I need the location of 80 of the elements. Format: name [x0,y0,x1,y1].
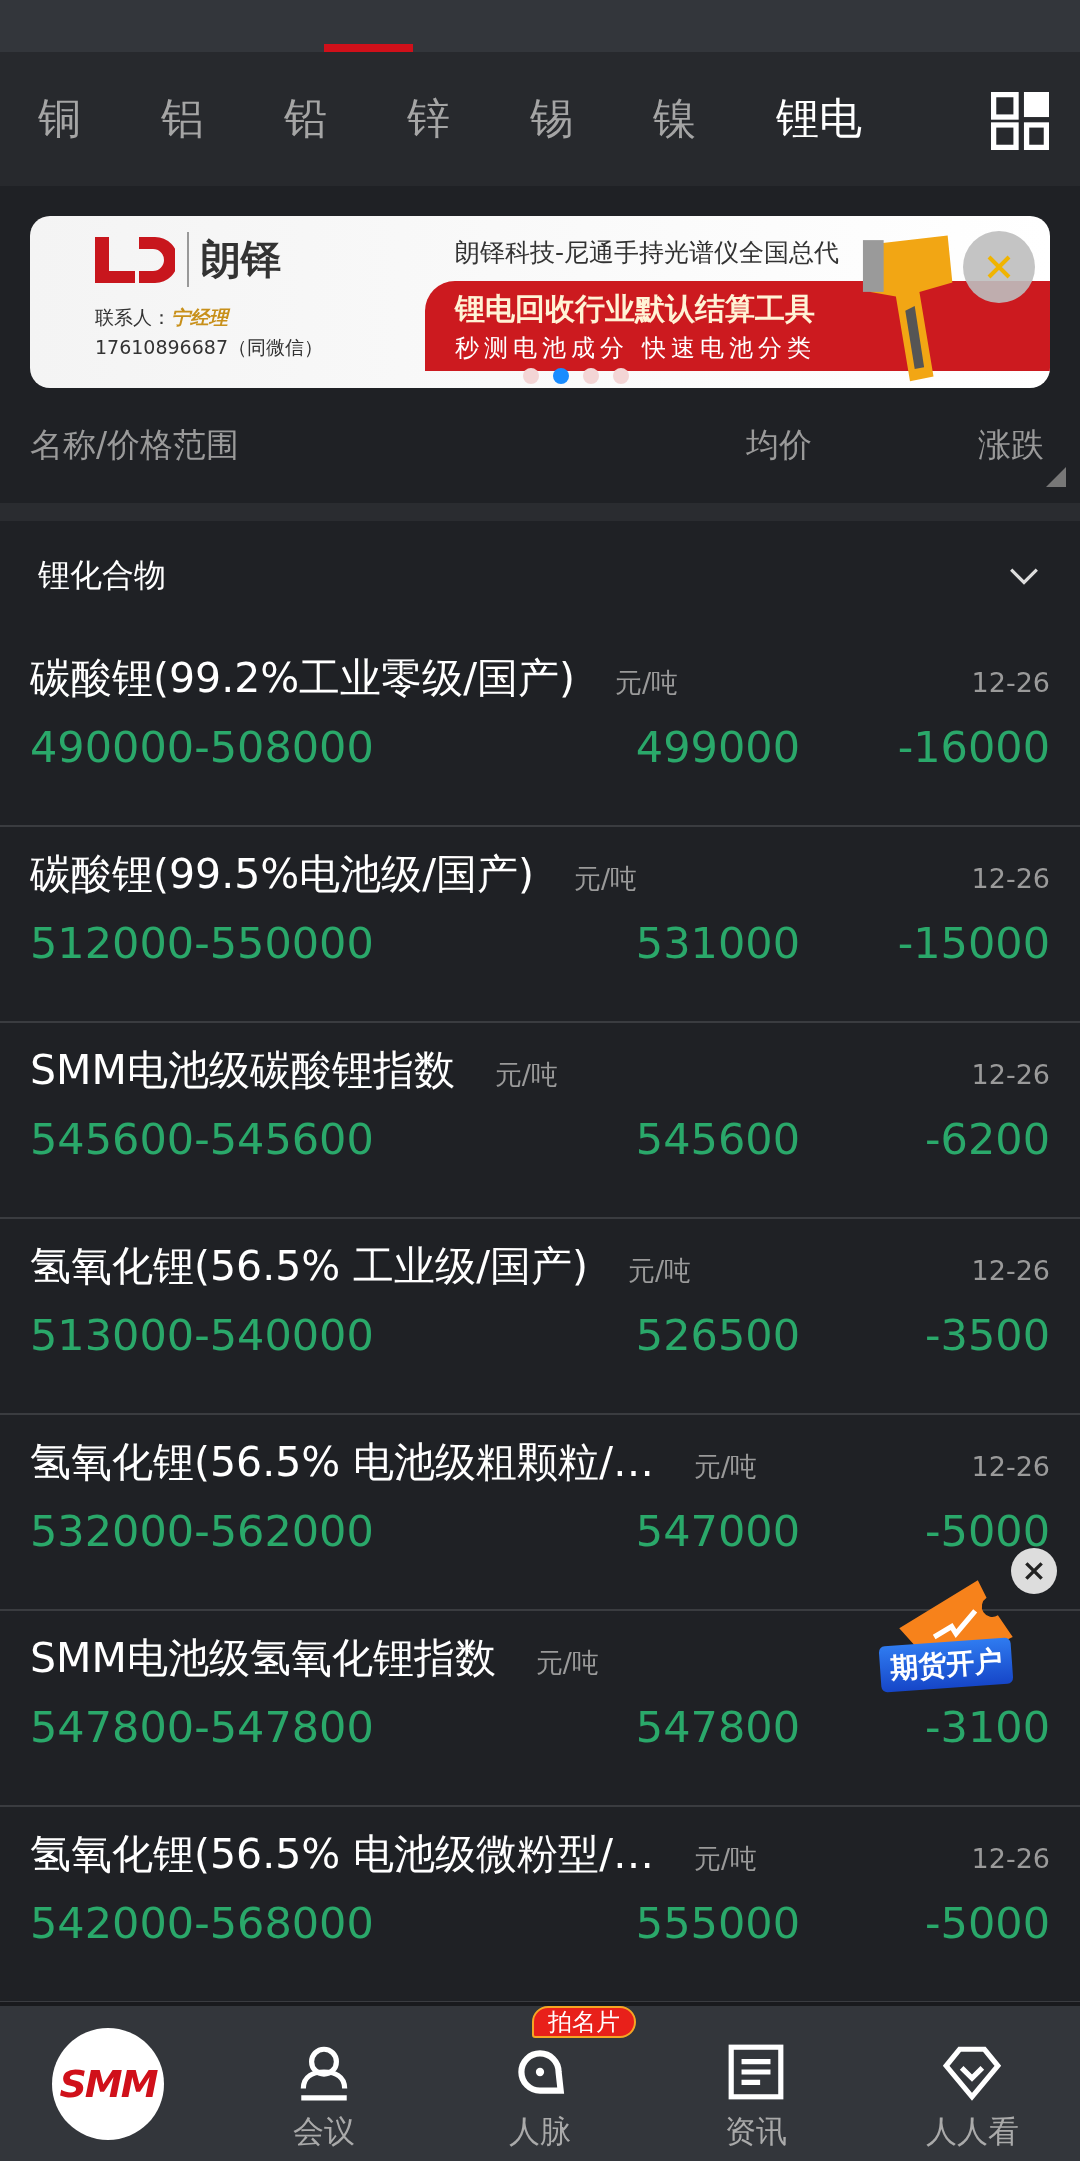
home-logo-button[interactable]: SMM [52,2027,164,2140]
ad-subline: 秒测电池成分 快速电池分类 [455,333,817,364]
category-tab[interactable]: 铝 [161,90,284,148]
category-tab[interactable]: 锡 [530,90,653,148]
price-change: -5000 [924,1506,1050,1556]
unit-label: 元/吨 [628,1254,692,1288]
sort-corner-icon [1046,467,1066,487]
price-row[interactable]: SMM电池级碳酸锂指数 元/吨 12-26 545600-545600 545600 -6200 [0,1023,1080,1219]
section-header[interactable]: 锂化合物 [0,521,1080,631]
futures-ad-label: 期货开户 [878,1637,1014,1693]
date-label: 12-26 [971,1255,1050,1286]
column-header: 名称/价格范围 [30,424,241,466]
price-change: -3100 [924,1702,1050,1752]
ad-tagline: 朗铎科技-尼通手持光谱仪全国总代 [454,237,840,269]
product-name: 碳酸锂(99.5%电池级/国产) [30,849,535,900]
price-range: 532000-562000 [30,1506,375,1556]
nav-tab[interactable]: 会议 [293,2041,355,2153]
price-change: -15000 [896,918,1050,968]
price-range: 490000-508000 [30,722,375,772]
price-change: -6200 [924,1114,1050,1164]
product-name: 氢氧化锂(56.5% 电池级微粉型/… [30,1829,655,1880]
product-name: SMM电池级碳酸锂指数 [30,1045,455,1096]
price-range: 513000-540000 [30,1310,375,1360]
contact-name: 宁经理 [171,306,228,328]
carousel-dot[interactable] [613,368,629,384]
category-tab[interactable]: 锌 [407,90,530,148]
price-row[interactable]: 碳酸锂(99.2%工业零级/国产) 元/吨 12-26 490000-508000 499000 -16000 [0,631,1080,827]
unit-label: 元/吨 [494,1058,558,1092]
column-header[interactable]: 涨跌 [978,423,1058,468]
contact-phone: 17610896687（同微信） [95,335,324,360]
average-price: 555000 [634,1898,800,1948]
contact-label: 联系人： [95,306,171,328]
category-tab[interactable]: 锂电 [776,90,926,148]
date-label: 12-26 [971,1059,1050,1090]
date-label: 12-26 [971,1451,1050,1482]
price-change: -3500 [924,1310,1050,1360]
product-name: 氢氧化锂(56.5% 工业级/国产) [30,1241,589,1292]
category-tab[interactable]: 镍 [653,90,776,148]
unit-label: 元/吨 [694,1450,758,1484]
product-name: 碳酸锂(99.2%工业零级/国产) [30,653,576,704]
unit-label: 元/吨 [694,1842,758,1876]
price-row[interactable]: 氢氧化锂(56.5% 工业级/国产) 元/吨 12-26 513000-540000 526500 -3500 [0,1219,1080,1415]
carousel-dot[interactable] [583,368,599,384]
price-range: 547800-547800 [30,1702,375,1752]
grid-icon[interactable] [990,92,1050,150]
product-name: 氢氧化锂(56.5% 电池级粗颗粒/… [30,1437,655,1488]
price-range: 545600-545600 [30,1114,375,1164]
date-label: 12-26 [971,863,1050,894]
nav-tab[interactable]: 人人看 [925,2041,1019,2153]
close-button[interactable] [1011,1548,1057,1594]
price-change: -5000 [924,1898,1050,1948]
price-range: 512000-550000 [30,918,375,968]
price-row[interactable]: 碳酸锂(99.5%电池级/国产) 元/吨 12-26 512000-550000 531000 -15000 [0,827,1080,1023]
unit-label: 元/吨 [615,666,679,700]
brand-name: 朗铎 [187,232,281,287]
ad-banner[interactable]: 朗铎 联系人：宁经理 17610896687（同微信） 朗铎科技-尼通手持光谱仪全国总代 锂电回收行业默认结算工具 秒测电池成分 快速电池分类 [30,216,1050,388]
average-price: 547000 [634,1506,800,1556]
carousel-dot[interactable] [553,368,569,384]
category-tab[interactable]: 铅 [284,90,407,148]
average-price: 499000 [634,722,800,772]
price-range: 542000-568000 [30,1898,375,1948]
average-price: 547800 [634,1702,800,1752]
carousel-dot[interactable] [523,368,539,384]
section-title: 锂化合物 [38,555,166,596]
average-price: 545600 [634,1114,800,1164]
product-name: SMM电池级氢氧化锂指数 [30,1633,496,1684]
date-label: 12-26 [971,667,1050,698]
category-tab[interactable]: 铜 [38,90,161,148]
brand-logo-icon [95,236,175,283]
unit-label: 元/吨 [574,862,638,896]
date-label: 12-26 [971,1843,1050,1874]
average-price: 526500 [634,1310,800,1360]
ad-headline: 锂电回收行业默认结算工具 [455,290,816,328]
average-price: 531000 [634,918,800,968]
column-header[interactable]: 均价 [746,423,818,468]
nav-tab[interactable]: 人脉 [509,2041,571,2153]
price-change: -16000 [896,722,1050,772]
unit-label: 元/吨 [535,1646,599,1680]
nav-tab[interactable]: 资讯 [725,2041,787,2153]
nav-badge: 拍名片 [532,2006,636,2038]
